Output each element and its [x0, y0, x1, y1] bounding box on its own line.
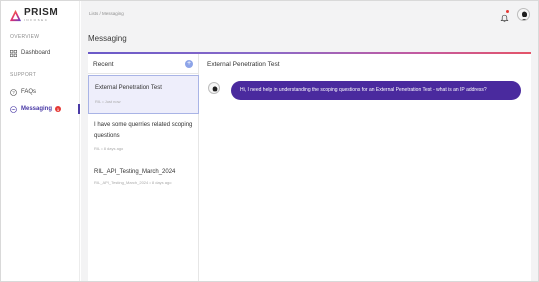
chat-area: External Penetration Test Hi, I need hel…: [200, 54, 531, 281]
active-indicator: [78, 104, 80, 114]
conversation-item[interactable]: External Penetration Test RIL • Just now: [88, 75, 199, 114]
conversation-meta: RIL_API_Testing_March_2024 • 8 days ago: [94, 180, 172, 185]
breadcrumb[interactable]: Lists / Messaging: [89, 11, 124, 16]
user-avatar-icon: [212, 86, 218, 92]
conversation-list-title: Recent: [93, 61, 114, 68]
conversation-item[interactable]: I have some querries related scoping que…: [88, 118, 199, 156]
conversation-meta: RIL • 8 days ago: [94, 146, 124, 151]
sidebar-item-dashboard[interactable]: Dashboard: [10, 48, 50, 58]
prism-logo-icon: [9, 9, 22, 21]
svg-text:?: ?: [12, 90, 15, 95]
conversation-title: External Penetration Test: [95, 85, 162, 91]
user-avatar-icon: [521, 11, 528, 20]
user-avatar[interactable]: [517, 8, 530, 21]
overview-section-label: OVERVIEW: [10, 34, 40, 40]
page-title: Messaging: [88, 34, 127, 43]
notification-dot: [506, 10, 509, 13]
sidebar-item-label: FAQs: [21, 89, 37, 95]
main-content: Lists / Messaging Messaging Recent + Ext…: [81, 1, 538, 281]
support-section-label: SUPPORT: [10, 72, 37, 78]
help-circle-icon: ?: [10, 88, 17, 96]
logo[interactable]: PRISM INFOSEC: [9, 7, 58, 23]
message-avatar: [208, 82, 220, 94]
chat-icon: [10, 105, 17, 113]
message-bubble: Hi, I need help in understanding the sco…: [231, 81, 521, 100]
conversation-list-header: Recent +: [88, 54, 199, 74]
sidebar: PRISM INFOSEC OVERVIEW Dashboard SUPPORT…: [1, 1, 80, 281]
sidebar-item-label: Messaging: [21, 106, 53, 112]
bell-icon: [500, 14, 509, 23]
sidebar-item-label: Dashboard: [21, 50, 51, 56]
unread-badge: 1: [55, 106, 62, 112]
logo-word: PRISM: [24, 7, 59, 18]
grid-icon: [10, 49, 17, 57]
conversation-list: Recent + External Penetration Test RIL •…: [88, 54, 199, 281]
notification-button[interactable]: [500, 10, 509, 23]
conversation-meta: RIL • Just now: [95, 99, 121, 104]
conversation-item[interactable]: RIL_API_Testing_March_2024 RIL_API_Testi…: [88, 166, 199, 190]
sidebar-item-faqs[interactable]: ? FAQs: [10, 87, 36, 97]
conversation-title: I have some querries related scoping que…: [94, 122, 193, 139]
new-conversation-button[interactable]: +: [185, 60, 193, 68]
conversation-title: RIL_API_Testing_March_2024: [94, 169, 176, 175]
sidebar-item-messaging[interactable]: Messaging 1: [10, 104, 62, 114]
top-bar: Lists / Messaging: [81, 1, 538, 27]
messaging-panel: Recent + External Penetration Test RIL •…: [88, 52, 531, 281]
logo-subtitle: INFOSEC: [24, 18, 49, 22]
chat-title: External Penetration Test: [207, 61, 280, 68]
